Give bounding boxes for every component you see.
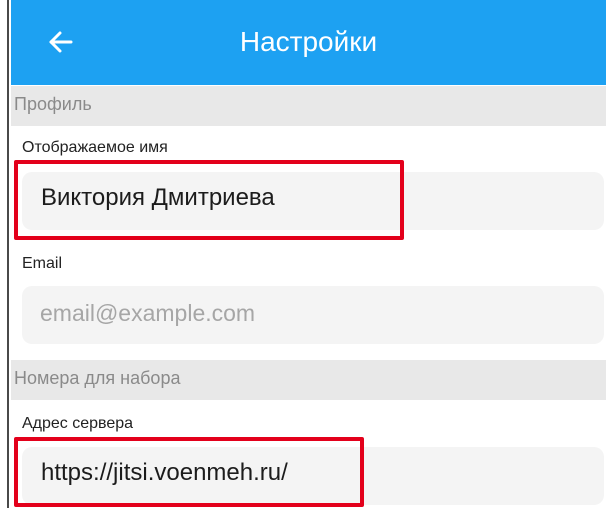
display-name-label: Отображаемое имя — [22, 139, 168, 156]
section-title-profile: Профиль — [14, 94, 92, 114]
settings-screen: Настройки Профиль Отображаемое имя Викто… — [11, 0, 606, 508]
highlight-server-address — [14, 437, 364, 507]
highlight-display-name — [14, 160, 404, 240]
window-left-edge — [0, 0, 9, 508]
section-header-dialing: Номера для набора — [11, 360, 606, 400]
section-title-dialing: Номера для набора — [14, 368, 181, 388]
server-address-label: Адрес сервера — [22, 415, 134, 432]
app-header: Настройки — [11, 0, 606, 85]
email-placeholder: email@example.com — [40, 300, 256, 326]
section-header-profile: Профиль — [11, 86, 606, 126]
email-label: Email — [22, 255, 63, 272]
page-title: Настройки — [239, 26, 378, 57]
email-field[interactable]: email@example.com — [22, 286, 604, 344]
